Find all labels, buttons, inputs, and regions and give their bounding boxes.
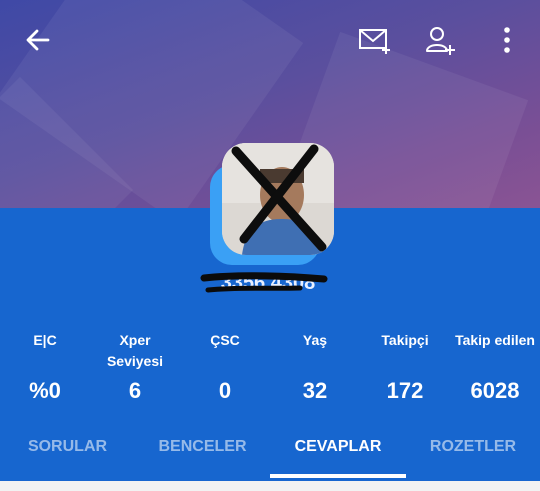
back-button[interactable] <box>18 20 58 60</box>
active-tab-indicator <box>270 474 406 478</box>
content-area-top <box>0 481 540 491</box>
stat-value: 6028 <box>470 378 520 403</box>
mail-plus-icon <box>359 29 390 54</box>
profile-stats: E|C %0 Xper Seviyesi 6 ÇSC 0 Yaş 32 Taki… <box>0 330 540 410</box>
back-arrow-icon <box>26 29 50 51</box>
profile-avatar-container[interactable] <box>210 143 334 265</box>
stat-label: E|C <box>33 332 57 348</box>
stat-age: Yaş 32 <box>270 330 360 403</box>
stat-csc[interactable]: ÇSC 0 <box>180 330 270 403</box>
avatar-photo <box>222 143 334 255</box>
tab-benceler[interactable]: BENCELER <box>135 428 270 478</box>
follow-button[interactable] <box>420 20 460 60</box>
top-app-bar <box>0 0 540 80</box>
stat-value: 0 <box>218 378 232 403</box>
stat-label: Takipçi <box>381 332 429 348</box>
stat-label: Xper Seviyesi <box>106 332 164 369</box>
stat-value: 6 <box>128 378 142 403</box>
send-message-button[interactable] <box>355 20 395 60</box>
stat-followers[interactable]: Takipçi 172 <box>360 330 450 403</box>
tab-rozetler[interactable]: ROZETLER <box>406 428 540 478</box>
stat-value: 32 <box>302 378 328 403</box>
more-vertical-icon <box>504 27 510 53</box>
stat-xper-level[interactable]: Xper Seviyesi 6 <box>90 330 180 403</box>
username-redaction-mark <box>200 272 328 293</box>
stat-eic[interactable]: E|C %0 <box>0 330 90 403</box>
stat-following[interactable]: Takip edilen 6028 <box>450 330 540 403</box>
add-user-icon <box>426 27 455 55</box>
tab-cevaplar[interactable]: CEVAPLAR <box>270 428 406 478</box>
stat-value: 172 <box>386 378 424 403</box>
stat-label: ÇSC <box>210 332 240 348</box>
avatar <box>222 143 334 255</box>
tab-sorular[interactable]: SORULAR <box>0 428 135 478</box>
more-options-button[interactable] <box>487 20 527 60</box>
profile-tabs: SORULAR BENCELER CEVAPLAR ROZETLER <box>0 428 540 478</box>
stat-label: Yaş <box>302 332 328 348</box>
stat-label: Takip edilen <box>455 332 535 348</box>
stat-value: %0 <box>29 378 61 403</box>
